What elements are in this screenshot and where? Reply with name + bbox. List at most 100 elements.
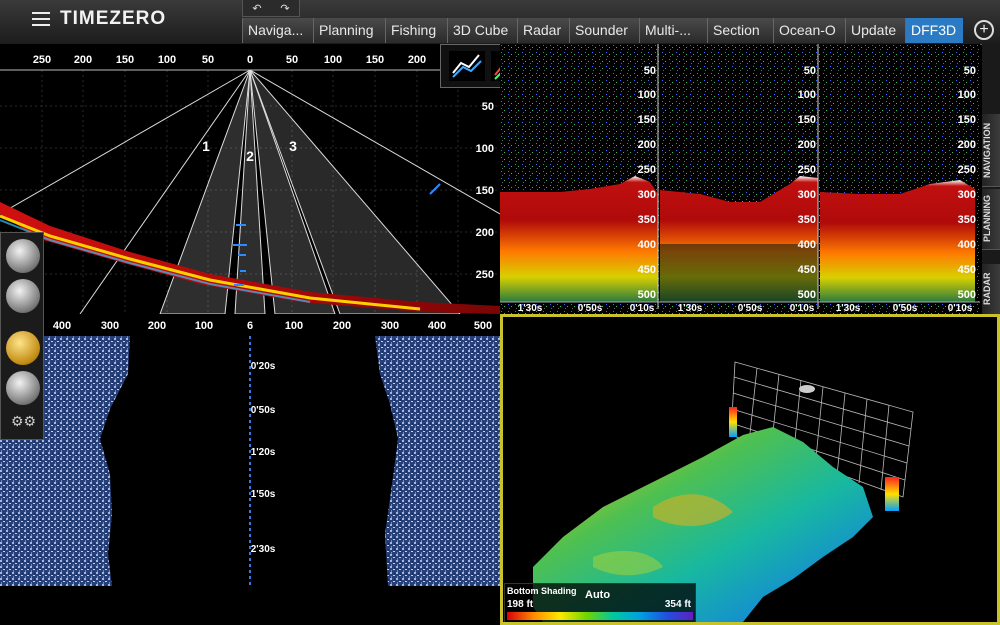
echo-depth-label: 350 bbox=[798, 214, 816, 226]
tool-palette: ⚙⚙ bbox=[0, 232, 44, 440]
echo-depth-label: 50 bbox=[804, 65, 816, 77]
echo-depth-label: 200 bbox=[958, 139, 976, 151]
sidescan-scale-label: 300 bbox=[101, 320, 119, 332]
echo-depth-label: 250 bbox=[798, 164, 816, 176]
legend-mode[interactable]: Auto bbox=[585, 589, 610, 601]
sidescan-time-label: 1'20s bbox=[251, 447, 276, 458]
sidescan-graphic: 400 300 200 100 6 100 200 300 400 500 50… bbox=[0, 319, 500, 586]
sidescan-scale-label: 100 bbox=[285, 320, 303, 332]
echo-time-label: 0'10s bbox=[630, 303, 655, 314]
undo-icon[interactable]: ↶ bbox=[252, 2, 261, 15]
undo-redo-group: ↶ ↷ bbox=[242, 0, 300, 17]
fan-depth-label: 100 bbox=[476, 143, 494, 155]
echo-time-label: 0'50s bbox=[893, 303, 918, 314]
side-tab-radar[interactable]: RADAR bbox=[982, 264, 1000, 315]
tab-sounder[interactable]: Sounder bbox=[569, 18, 639, 43]
sidescan-scale-label: 400 bbox=[53, 320, 71, 332]
menu-icon[interactable] bbox=[32, 12, 50, 26]
tab-planning[interactable]: Planning bbox=[313, 18, 385, 43]
dff3d-3d-view[interactable]: Bottom Shading Auto 198 ft 354 ft bbox=[500, 314, 1000, 625]
multibeam-fan-view[interactable]: 250 200 150 100 50 0 50 100 150 200 250 … bbox=[0, 44, 500, 314]
echo-depth-label: 350 bbox=[958, 214, 976, 226]
legend-min-label: 198 ft bbox=[507, 599, 534, 610]
echo-depth-label: 400 bbox=[638, 239, 656, 251]
echogram-view[interactable]: 50 100 150 200 250 300 350 400 450 500 5… bbox=[500, 44, 980, 314]
fan-scale-label: 50 bbox=[286, 54, 298, 66]
sidescan-time-label: 1'50s bbox=[251, 489, 276, 500]
sidescan-time-label: 2'30s bbox=[251, 544, 276, 555]
workspace-tabs: Naviga... Planning Fishing 3D Cube Radar… bbox=[242, 18, 963, 43]
fan-scale-label: 200 bbox=[74, 54, 92, 66]
tab-multi[interactable]: Multi-... bbox=[639, 18, 707, 43]
echo-depth-label: 200 bbox=[798, 139, 816, 151]
sidescan-time-label: 0'50s bbox=[251, 405, 276, 416]
tab-dff3d[interactable]: DFF3D bbox=[905, 18, 963, 43]
echo-time-label: 1'30s bbox=[518, 303, 543, 314]
dff3d-terrain-graphic bbox=[533, 361, 914, 622]
fan-depth-label: 250 bbox=[476, 269, 494, 281]
echo-depth-label: 500 bbox=[958, 289, 976, 301]
legend-gradient bbox=[507, 612, 693, 620]
sidescan-scale-label: 300 bbox=[381, 320, 399, 332]
top-bar: TIMEZERO ↶ ↷ Naviga... Planning Fishing … bbox=[0, 0, 1000, 45]
sidescan-scale-label: 500 bbox=[474, 320, 492, 332]
fan-scale-label: 200 bbox=[408, 54, 426, 66]
sidescan-scale-label: 200 bbox=[148, 320, 166, 332]
echo-depth-label: 450 bbox=[958, 264, 976, 276]
bottom-shading-legend: Bottom Shading Auto 198 ft 354 ft bbox=[504, 583, 696, 622]
hand-pan-icon[interactable] bbox=[6, 331, 40, 365]
echo-depth-label: 450 bbox=[638, 264, 656, 276]
zoom-chart-icon[interactable] bbox=[449, 51, 485, 81]
beam-label: 2 bbox=[246, 148, 254, 164]
redo-icon[interactable]: ↷ bbox=[280, 2, 289, 15]
add-tab-button[interactable]: + bbox=[974, 20, 994, 40]
fan-scale-label: 250 bbox=[33, 54, 51, 66]
echo-time-label: 1'30s bbox=[678, 303, 703, 314]
app-brand[interactable]: TIMEZERO bbox=[32, 8, 166, 30]
echo-depth-label: 500 bbox=[798, 289, 816, 301]
settings-gear-icon[interactable]: ⚙⚙ bbox=[11, 413, 36, 430]
sidescan-view[interactable]: 400 300 200 100 6 100 200 300 400 500 50… bbox=[0, 314, 500, 625]
tab-update[interactable]: Update bbox=[845, 18, 905, 43]
echo-depth-label: 200 bbox=[638, 139, 656, 151]
sidescan-scale-label: 400 bbox=[428, 320, 446, 332]
fan-scale-label: 150 bbox=[116, 54, 134, 66]
tab-radar[interactable]: Radar bbox=[517, 18, 569, 43]
brand-name: TIMEZERO bbox=[60, 8, 167, 29]
echo-depth-label: 50 bbox=[644, 65, 656, 77]
echo-depth-label: 50 bbox=[964, 65, 976, 77]
transducer-icon[interactable] bbox=[6, 239, 40, 273]
center-icon[interactable] bbox=[6, 371, 40, 405]
echo-depth-label: 100 bbox=[638, 89, 656, 101]
tab-3d-cube[interactable]: 3D Cube bbox=[447, 18, 517, 43]
side-tab-strip: NAVIGATION PLANNING RADAR bbox=[982, 44, 1000, 315]
echo-depth-label: 250 bbox=[638, 164, 656, 176]
echo-depth-label: 100 bbox=[958, 89, 976, 101]
echo-depth-label: 100 bbox=[798, 89, 816, 101]
echo-time-label: 0'10s bbox=[790, 303, 815, 314]
beam-label: 1 bbox=[202, 138, 210, 154]
echo-depth-label: 300 bbox=[638, 189, 656, 201]
sidescan-scale-label: 100 bbox=[195, 320, 213, 332]
side-tab-planning[interactable]: PLANNING bbox=[982, 189, 1000, 250]
fan-scale-label: 100 bbox=[158, 54, 176, 66]
echogram-graphic: 50 100 150 200 250 300 350 400 450 500 5… bbox=[500, 44, 980, 314]
echo-depth-label: 300 bbox=[958, 189, 976, 201]
range-icon[interactable] bbox=[6, 279, 40, 313]
echo-time-label: 1'30s bbox=[836, 303, 861, 314]
echo-depth-label: 150 bbox=[958, 114, 976, 126]
tab-section[interactable]: Section bbox=[707, 18, 773, 43]
echo-time-label: 0'50s bbox=[738, 303, 763, 314]
tab-ocean-o[interactable]: Ocean-O bbox=[773, 18, 845, 43]
tab-fishing[interactable]: Fishing bbox=[385, 18, 447, 43]
fan-depth-label: 150 bbox=[476, 185, 494, 197]
echo-depth-label: 150 bbox=[638, 114, 656, 126]
fan-scale-label: 100 bbox=[324, 54, 342, 66]
echo-depth-label: 450 bbox=[798, 264, 816, 276]
echo-time-label: 0'50s bbox=[578, 303, 603, 314]
sidescan-time-label: 0'20s bbox=[251, 361, 276, 372]
tab-navigation[interactable]: Naviga... bbox=[242, 18, 313, 43]
side-tab-navigation[interactable]: NAVIGATION bbox=[982, 114, 1000, 187]
fan-scale-label: 50 bbox=[202, 54, 214, 66]
echo-depth-label: 500 bbox=[638, 289, 656, 301]
